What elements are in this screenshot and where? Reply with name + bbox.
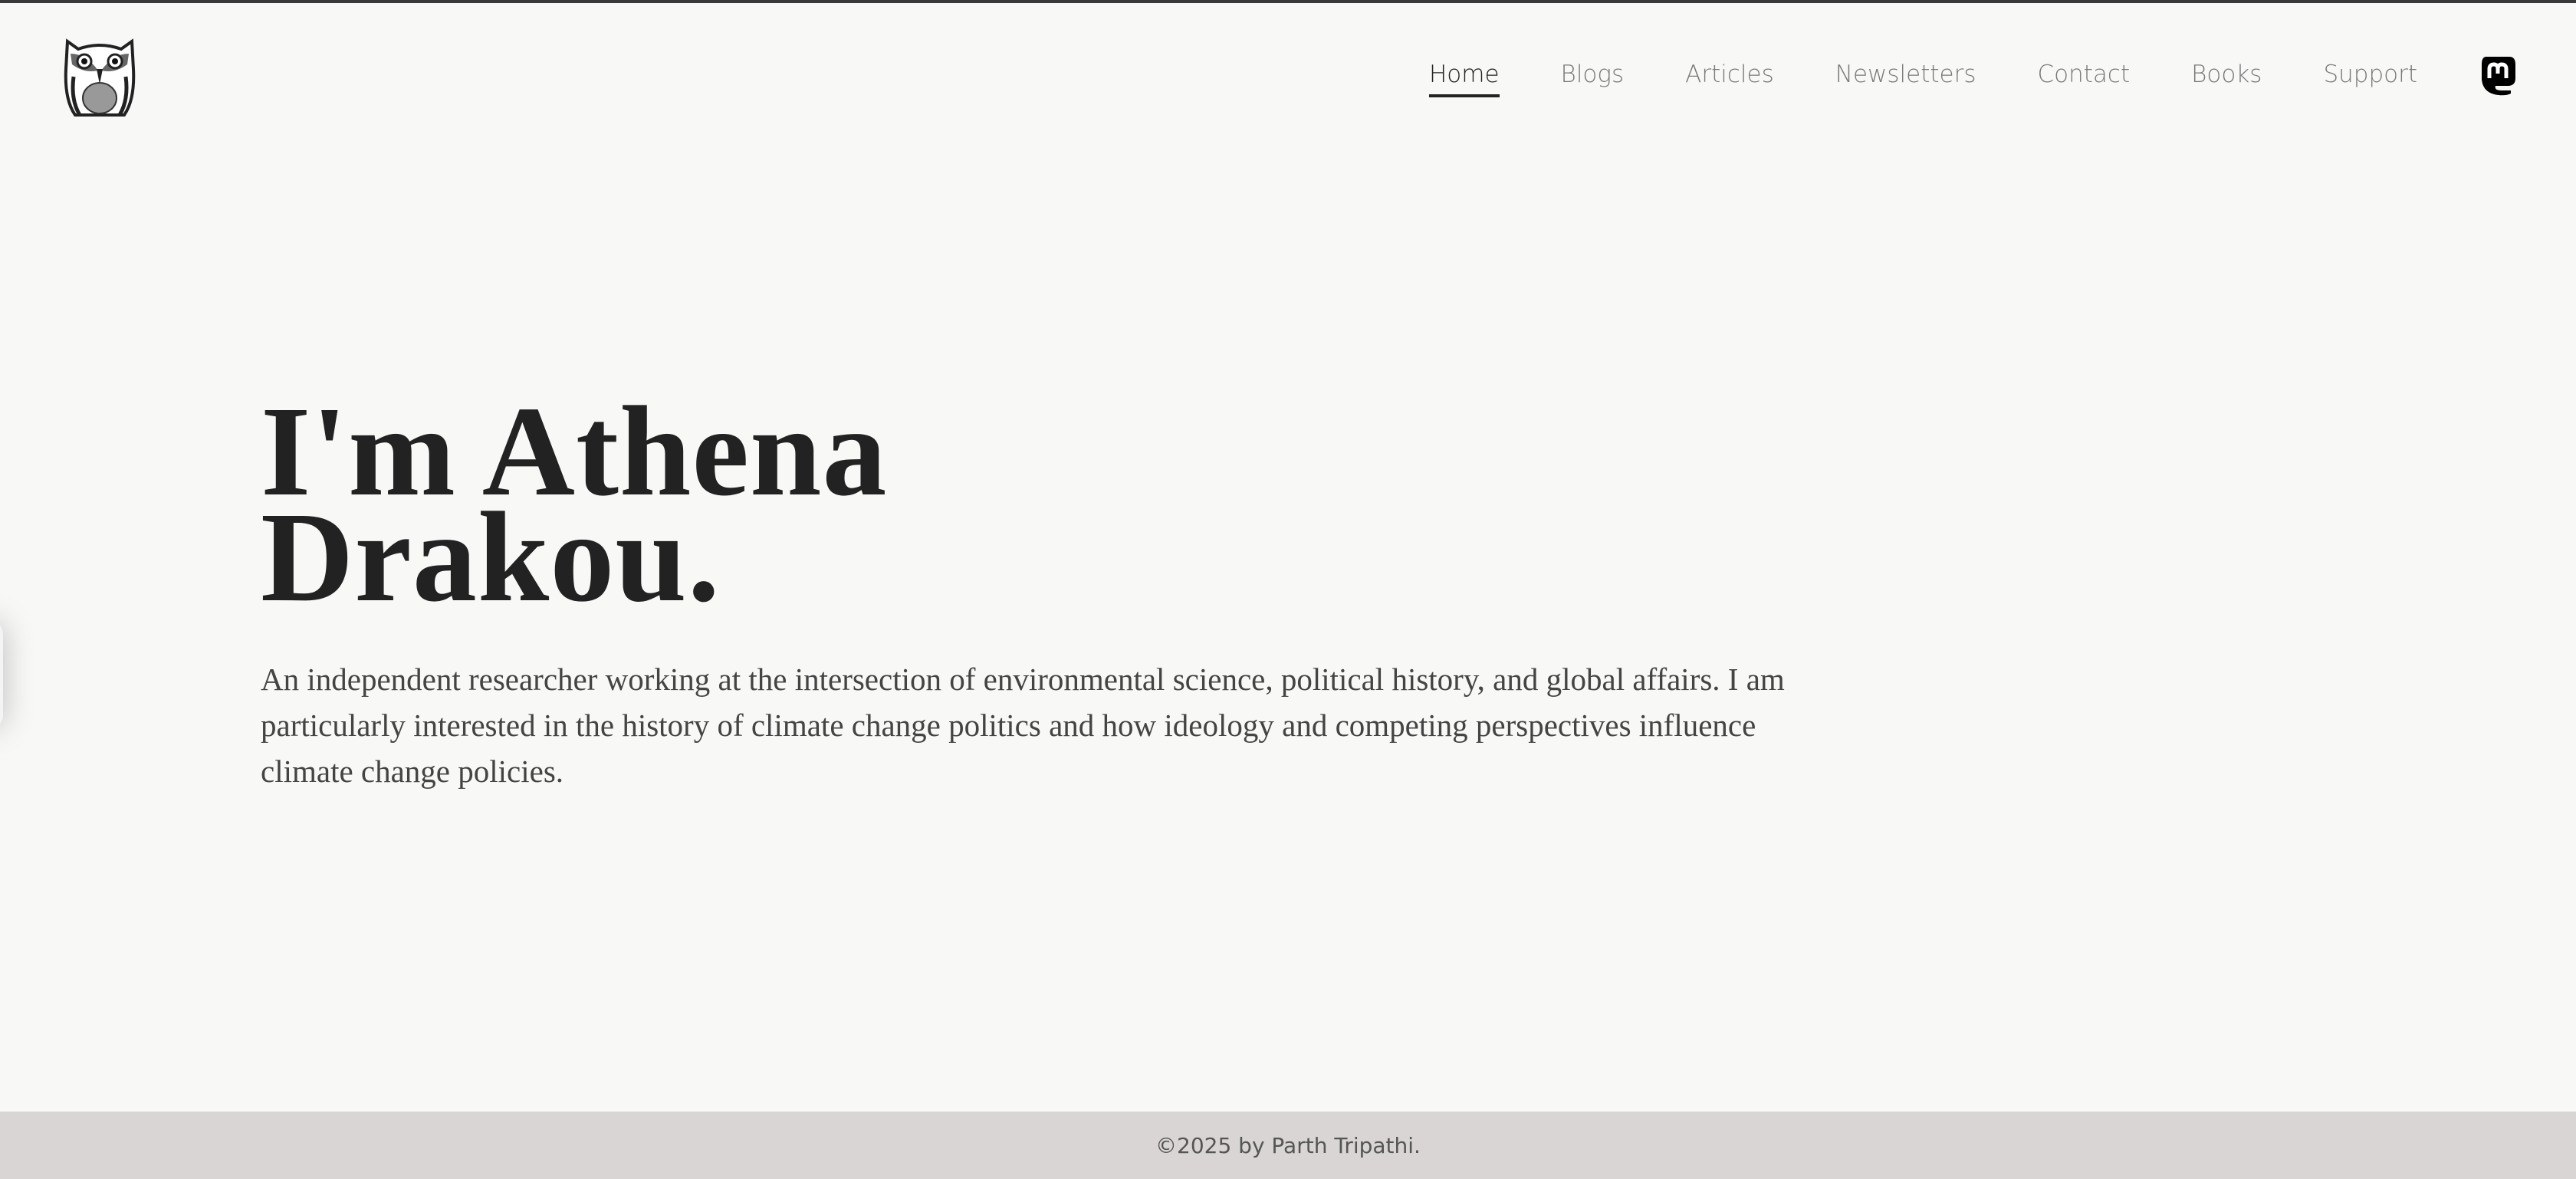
nav-books[interactable]: Books <box>2191 61 2262 96</box>
mastodon-icon[interactable] <box>2479 55 2517 97</box>
main-nav: Home Blogs Articles Newsletters Contact … <box>1428 57 2576 97</box>
hero-section: I'm Athena Drakou. An independent resear… <box>261 387 1786 794</box>
top-border <box>0 0 2576 3</box>
nav-blogs[interactable]: Blogs <box>1561 61 1625 96</box>
footer-copyright: ©2025 by Parth Tripathi. <box>1155 1132 1421 1158</box>
hero-title-line-2: Drakou. <box>261 486 721 629</box>
nav-contact[interactable]: Contact <box>2038 61 2131 96</box>
nav-support[interactable]: Support <box>2323 61 2417 96</box>
hero-title: I'm Athena Drakou. <box>261 387 1786 622</box>
footer: ©2025 by Parth Tripathi. <box>0 1112 2576 1179</box>
nav-articles[interactable]: Articles <box>1685 61 1774 96</box>
owl-logo[interactable] <box>63 38 136 118</box>
nav-home[interactable]: Home <box>1428 61 1500 97</box>
nav-newsletters[interactable]: Newsletters <box>1835 61 1976 96</box>
side-tab-handle[interactable] <box>0 621 3 728</box>
hero-description: An independent researcher working at the… <box>261 662 1785 789</box>
